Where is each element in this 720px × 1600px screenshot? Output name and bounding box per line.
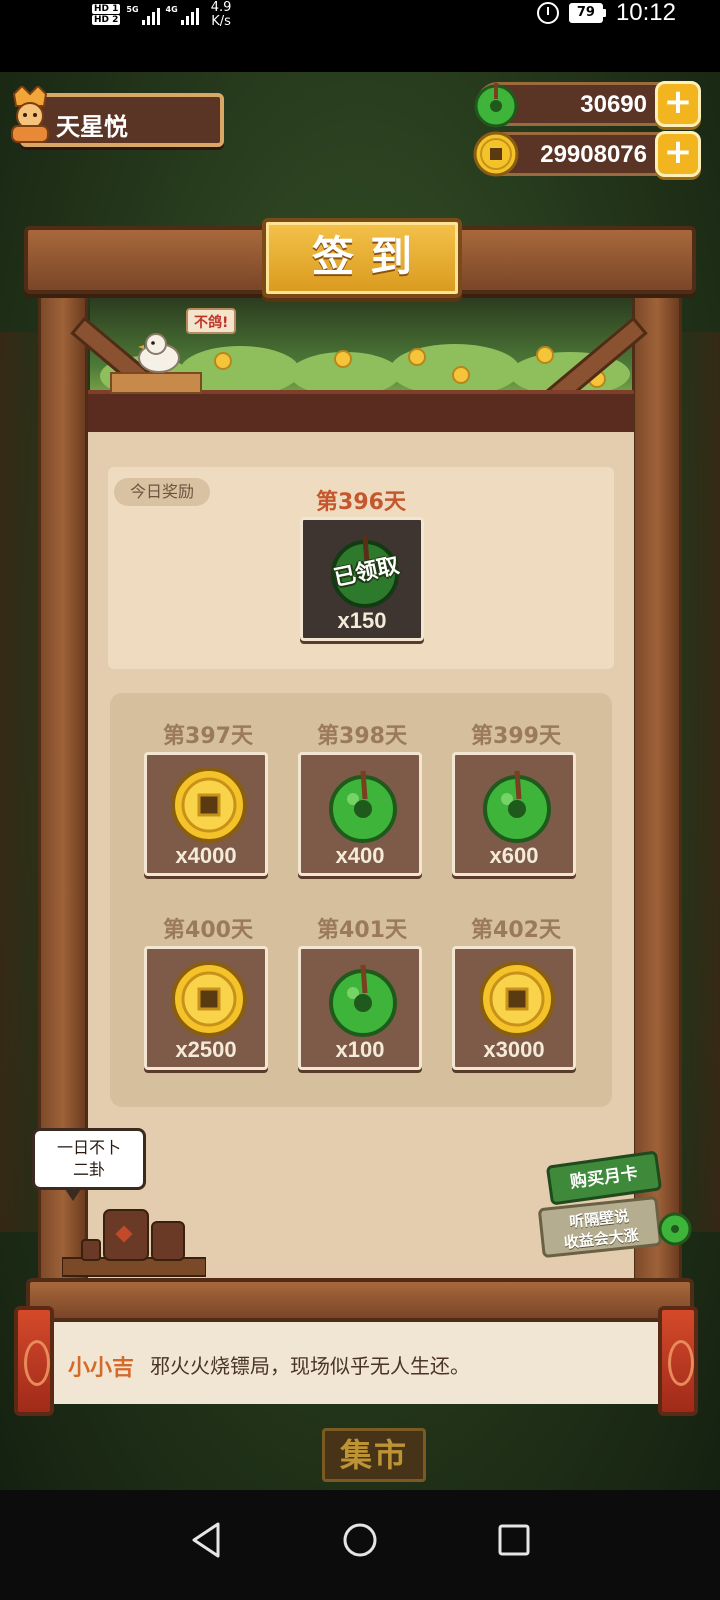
- today-reward-box[interactable]: 已领取 x150: [300, 517, 424, 641]
- garden-strip: [88, 390, 634, 432]
- jade-icon: [474, 83, 518, 128]
- coin-currency-bar: 29908076 +: [473, 131, 701, 177]
- frame-bottom-beam: [26, 1278, 694, 1322]
- reward-quantity: x3000: [483, 1037, 545, 1062]
- bubble-line-1: 一日不卜: [56, 1138, 121, 1157]
- bird-mascot-icon: [138, 333, 180, 373]
- reward-quantity: x4000: [175, 843, 237, 868]
- status-left: HD 1 HD 2 5G 4G 4.9 K/s: [92, 0, 231, 30]
- player-avatar-icon[interactable]: [4, 84, 56, 144]
- scroll-end-right: [658, 1306, 698, 1416]
- reward-box[interactable]: x4000: [144, 752, 268, 876]
- day-label: 第398天: [317, 724, 407, 749]
- home-icon[interactable]: [330, 1510, 390, 1570]
- reward-box[interactable]: x100: [298, 946, 422, 1070]
- recent-apps-icon[interactable]: [484, 1510, 544, 1570]
- battery-icon: 79: [568, 3, 606, 23]
- net-speed-unit: K/s: [211, 14, 231, 29]
- bird-perch: [110, 372, 202, 394]
- month-card-subtitle: 听隔壁说 收益会大涨: [537, 1195, 663, 1259]
- coin-amount: 29908076: [540, 141, 647, 168]
- net-speed-value: 4.9: [210, 0, 232, 15]
- reward-quantity: x400: [335, 843, 385, 868]
- jade-currency-bar: 30690 +: [474, 81, 701, 128]
- coin-icon: [171, 961, 247, 1037]
- reward-box[interactable]: x600: [452, 752, 576, 876]
- player-name: 天星悦: [56, 113, 128, 141]
- signal-sim2-icon: 4G: [166, 5, 199, 25]
- reward-quantity: x600: [489, 843, 539, 868]
- news-speaker: 小小吉: [68, 1356, 135, 1381]
- add-jade-button[interactable]: +: [655, 81, 701, 127]
- signin-title-plaque: 签到: [262, 218, 462, 298]
- coin-icon: [473, 131, 519, 177]
- bugu-sign: 不鸽!: [186, 308, 237, 334]
- shopkeeper-speech-bubble[interactable]: 一日不卜 二卦: [32, 1128, 146, 1201]
- sim1-hd-label: HD 1: [92, 4, 121, 14]
- reward-quantity: x100: [335, 1037, 385, 1062]
- sim2-network-label: 4G: [165, 5, 178, 14]
- jade-icon: [329, 964, 397, 1037]
- signal-sim1-icon: 5G: [126, 5, 160, 25]
- jade-icon: [658, 1212, 692, 1246]
- alarm-icon: [536, 2, 559, 24]
- jade-icon: [483, 770, 551, 843]
- day-label: 第400天: [163, 918, 253, 943]
- add-coins-button[interactable]: +: [655, 131, 701, 177]
- news-text: 邪火火烧镖局，现场似乎无人生还。: [150, 1354, 470, 1378]
- reward-box[interactable]: x400: [298, 752, 422, 876]
- sim1-network-label: 5G: [126, 5, 139, 14]
- reward-box[interactable]: x3000: [452, 946, 576, 1070]
- jade-icon: [329, 770, 397, 843]
- day-label: 第399天: [471, 724, 561, 749]
- fortune-stall-icon[interactable]: [62, 1198, 206, 1278]
- today-day-label: 第396天: [316, 490, 406, 515]
- day-label: 第402天: [471, 918, 561, 943]
- frame-post-right: [632, 272, 682, 1302]
- jade-amount: 30690: [580, 91, 647, 118]
- back-icon[interactable]: [176, 1510, 236, 1570]
- bubble-line-2: 二卦: [72, 1160, 105, 1179]
- market-button[interactable]: 集市: [322, 1428, 426, 1482]
- scroll-end-left: [14, 1306, 54, 1416]
- network-speed: 4.9 K/s: [211, 1, 232, 29]
- day-label: 第401天: [317, 918, 407, 943]
- today-reward-quantity: x150: [337, 608, 387, 633]
- coin-icon: [479, 961, 555, 1037]
- reward-box[interactable]: x2500: [144, 946, 268, 1070]
- reward-quantity: x2500: [175, 1037, 237, 1062]
- today-reward-tag: 今日奖励: [114, 478, 210, 506]
- status-right: 79 10:12: [536, 0, 676, 26]
- buy-month-card-button[interactable]: 购买月卡 听隔壁说 收益会大涨: [536, 1150, 696, 1260]
- system-nav-bar: [0, 1490, 720, 1600]
- clock: 10:12: [615, 0, 676, 26]
- signin-title: 签到: [311, 232, 428, 281]
- day-label: 第397天: [163, 724, 253, 749]
- battery-level: 79: [568, 3, 603, 23]
- hd-indicators: HD 1 HD 2: [92, 4, 121, 26]
- status-bar: HD 1 HD 2 5G 4G 4.9 K/s 79 10:12: [0, 0, 720, 72]
- coin-icon: [171, 767, 247, 843]
- sim2-hd-label: HD 2: [92, 15, 121, 25]
